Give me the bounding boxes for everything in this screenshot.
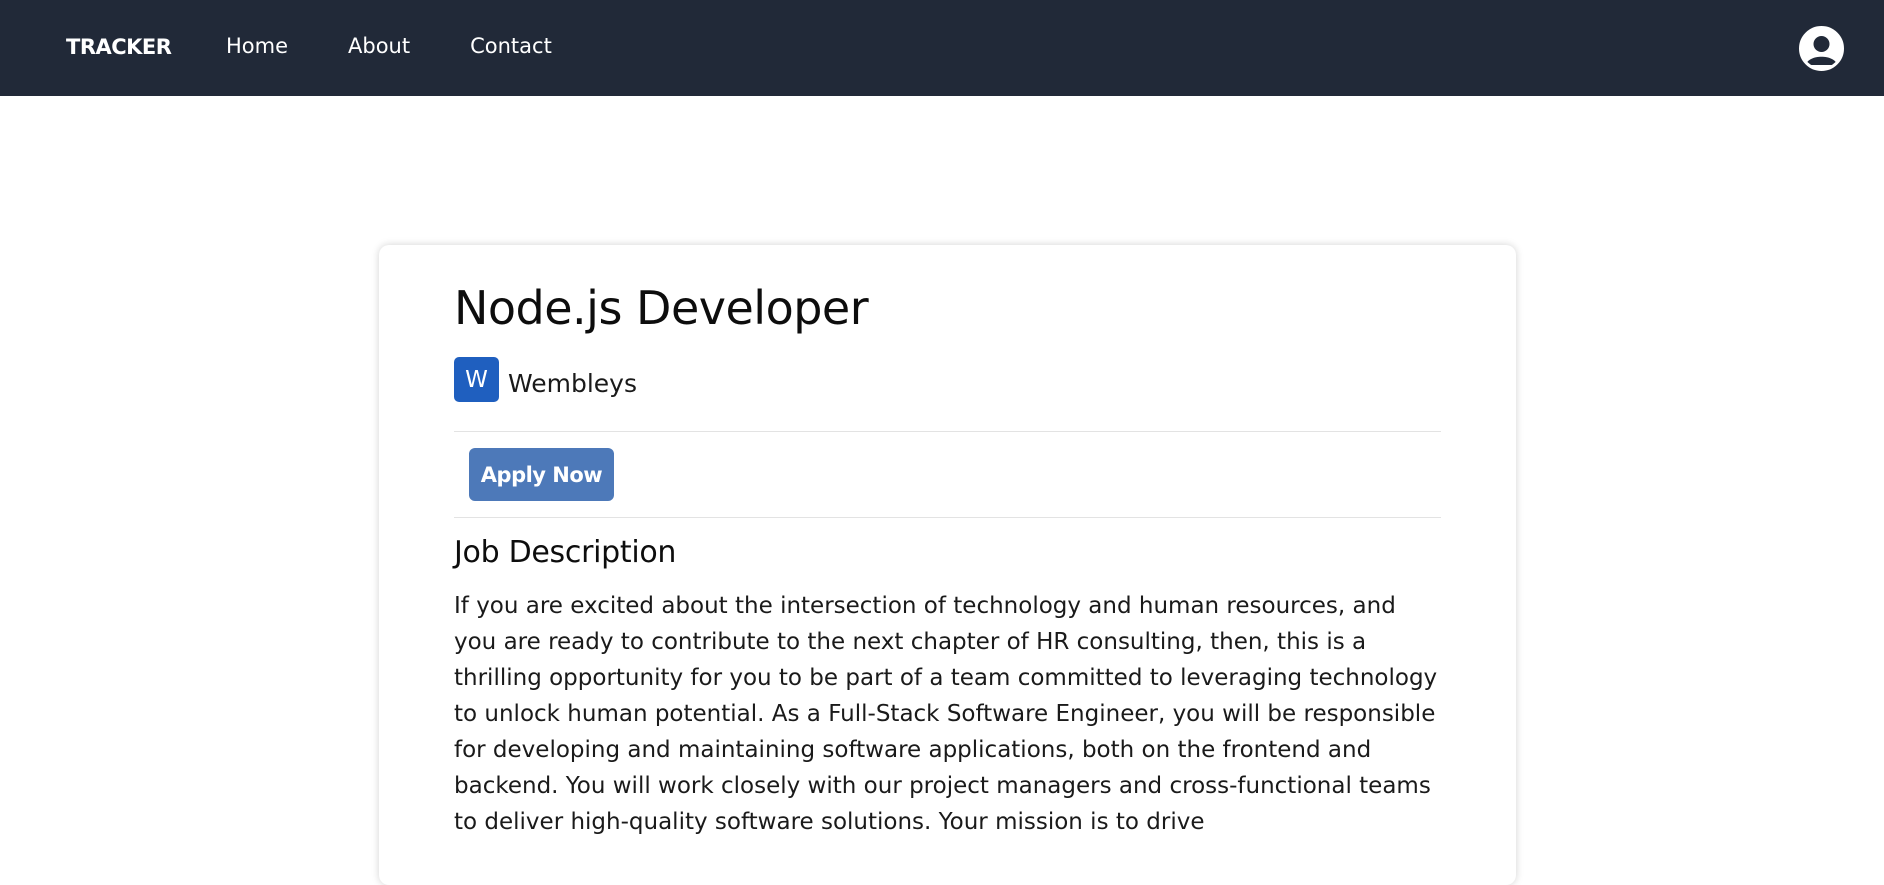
company-name: Wembleys bbox=[508, 369, 638, 398]
user-silhouette-icon bbox=[1802, 29, 1841, 68]
nav-link-about[interactable]: About bbox=[348, 34, 410, 58]
job-description-text: If you are excited about the intersectio… bbox=[454, 593, 1438, 835]
company-logo: W bbox=[454, 357, 499, 402]
job-description-heading: Job Description bbox=[454, 535, 677, 570]
user-avatar-icon[interactable] bbox=[1799, 26, 1844, 71]
divider bbox=[454, 517, 1441, 518]
nav-links: Home About Contact bbox=[226, 34, 612, 58]
apply-now-button[interactable]: Apply Now bbox=[469, 448, 614, 501]
job-card: Node.js Developer W Wembleys Apply Now J… bbox=[379, 245, 1516, 885]
job-title: Node.js Developer bbox=[454, 281, 869, 335]
brand-logo[interactable]: TRACKER bbox=[66, 35, 172, 59]
divider bbox=[454, 431, 1441, 432]
nav-link-home[interactable]: Home bbox=[226, 34, 288, 58]
company-info: W Wembleys bbox=[454, 357, 637, 402]
nav-link-contact[interactable]: Contact bbox=[470, 34, 552, 58]
top-navbar: TRACKER Home About Contact bbox=[0, 0, 1884, 96]
